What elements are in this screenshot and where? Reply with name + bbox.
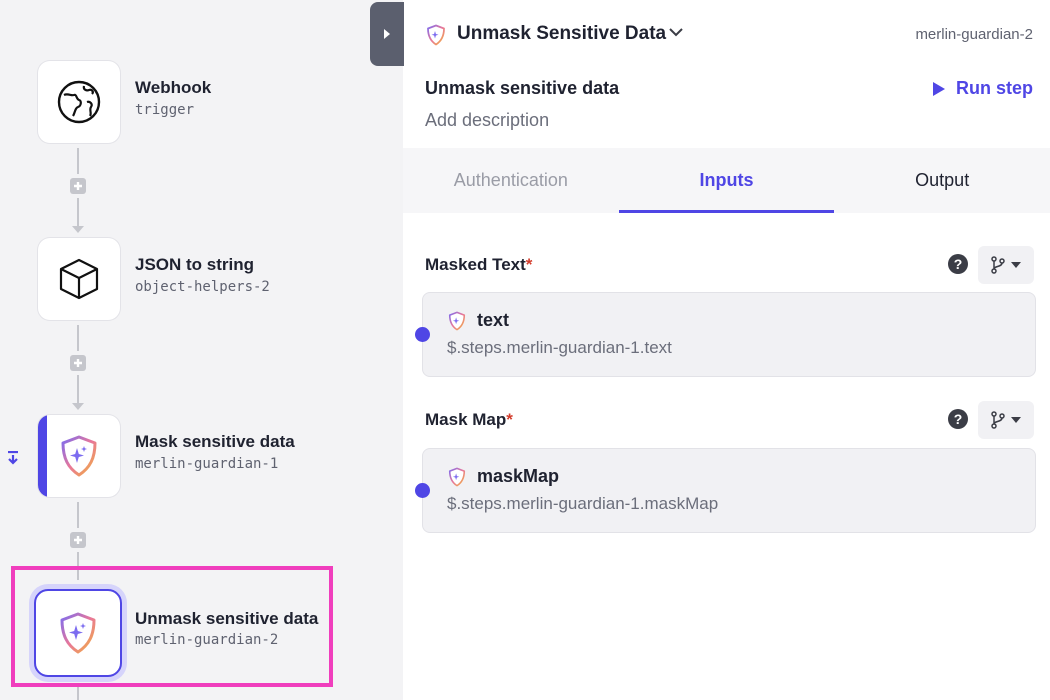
node-title: JSON to string	[135, 255, 255, 274]
shield-sparkle-icon	[61, 435, 97, 477]
shield-sparkle-icon	[448, 467, 466, 487]
flow-canvas: Webhook trigger JSON to string object-he…	[0, 0, 403, 700]
chevron-right-icon	[384, 29, 390, 39]
plus-icon[interactable]	[70, 355, 86, 371]
branch-menu-button[interactable]	[978, 401, 1034, 439]
plus-icon[interactable]	[70, 178, 86, 194]
globe-icon	[57, 80, 101, 124]
chevron-down-icon[interactable]	[669, 27, 683, 37]
input-reference-path: $.steps.merlin-guardian-1.text	[447, 338, 672, 357]
node-subtitle: object-helpers-2	[135, 279, 270, 295]
active-step-indicator	[38, 415, 47, 497]
connector-line	[77, 375, 79, 403]
connection-dot[interactable]	[415, 327, 430, 342]
node-subtitle: trigger	[135, 102, 195, 118]
run-step-button[interactable]: Run step	[932, 78, 1033, 99]
field-label-mask-map: Mask Map*	[425, 410, 513, 430]
node-title: Mask sensitive data	[135, 432, 295, 451]
breakpoint-icon[interactable]	[7, 450, 19, 470]
arrow-down-icon	[72, 226, 84, 233]
field-label-text: Masked Text	[425, 255, 526, 274]
shield-sparkle-icon	[427, 24, 445, 46]
field-label-text: Mask Map	[425, 410, 507, 429]
required-marker: *	[506, 410, 513, 429]
input-box-mask-map[interactable]: maskMap $.steps.merlin-guardian-1.maskMa…	[415, 448, 1036, 533]
input-reference-path: $.steps.merlin-guardian-1.maskMap	[447, 494, 719, 513]
flow-node-mask-sensitive-data[interactable]	[38, 415, 120, 497]
caret-down-icon	[1011, 417, 1021, 423]
input-box-masked-text[interactable]: text $.steps.merlin-guardian-1.text	[415, 292, 1036, 377]
connector-line	[77, 502, 79, 528]
input-reference-label: text	[477, 310, 510, 330]
shield-sparkle-icon	[448, 311, 466, 331]
git-branch-icon	[991, 411, 1005, 429]
arrow-down-icon	[72, 403, 84, 410]
field-label-masked-text: Masked Text*	[425, 255, 532, 275]
required-marker: *	[525, 255, 533, 274]
selection-highlight	[11, 566, 333, 687]
collapse-panel-button[interactable]	[370, 2, 404, 66]
description-field[interactable]: Add description	[425, 110, 549, 131]
connector-line	[77, 687, 79, 700]
flow-node-webhook[interactable]	[38, 61, 120, 143]
connector-line	[77, 198, 79, 226]
caret-down-icon	[1011, 262, 1021, 268]
connector-line	[77, 148, 79, 174]
help-icon[interactable]: ?	[948, 409, 968, 429]
branch-menu-button[interactable]	[978, 246, 1034, 284]
plus-icon[interactable]	[70, 532, 86, 548]
run-step-label: Run step	[955, 78, 1033, 98]
node-title: Webhook	[135, 78, 212, 97]
play-icon	[932, 81, 945, 96]
cube-icon	[59, 258, 99, 300]
git-branch-icon	[991, 256, 1005, 274]
step-type-selector[interactable]: Unmask Sensitive Data	[457, 23, 666, 45]
connector-line	[77, 325, 79, 351]
connection-dot[interactable]	[415, 483, 430, 498]
tab-inputs[interactable]: Inputs	[618, 148, 835, 213]
step-details-panel: Unmask Sensitive Data merlin-guardian-2 …	[403, 0, 1050, 700]
node-subtitle: merlin-guardian-1	[135, 456, 279, 472]
help-icon[interactable]: ?	[948, 254, 968, 274]
step-name[interactable]: Unmask sensitive data	[425, 78, 619, 99]
step-slug: merlin-guardian-2	[915, 26, 1033, 43]
panel-tabs: Authentication Inputs Output	[403, 148, 1050, 213]
flow-node-json-to-string[interactable]	[38, 238, 120, 320]
input-reference-label: maskMap	[477, 466, 560, 486]
tab-output[interactable]: Output	[834, 148, 1050, 213]
tab-authentication[interactable]: Authentication	[403, 148, 619, 213]
